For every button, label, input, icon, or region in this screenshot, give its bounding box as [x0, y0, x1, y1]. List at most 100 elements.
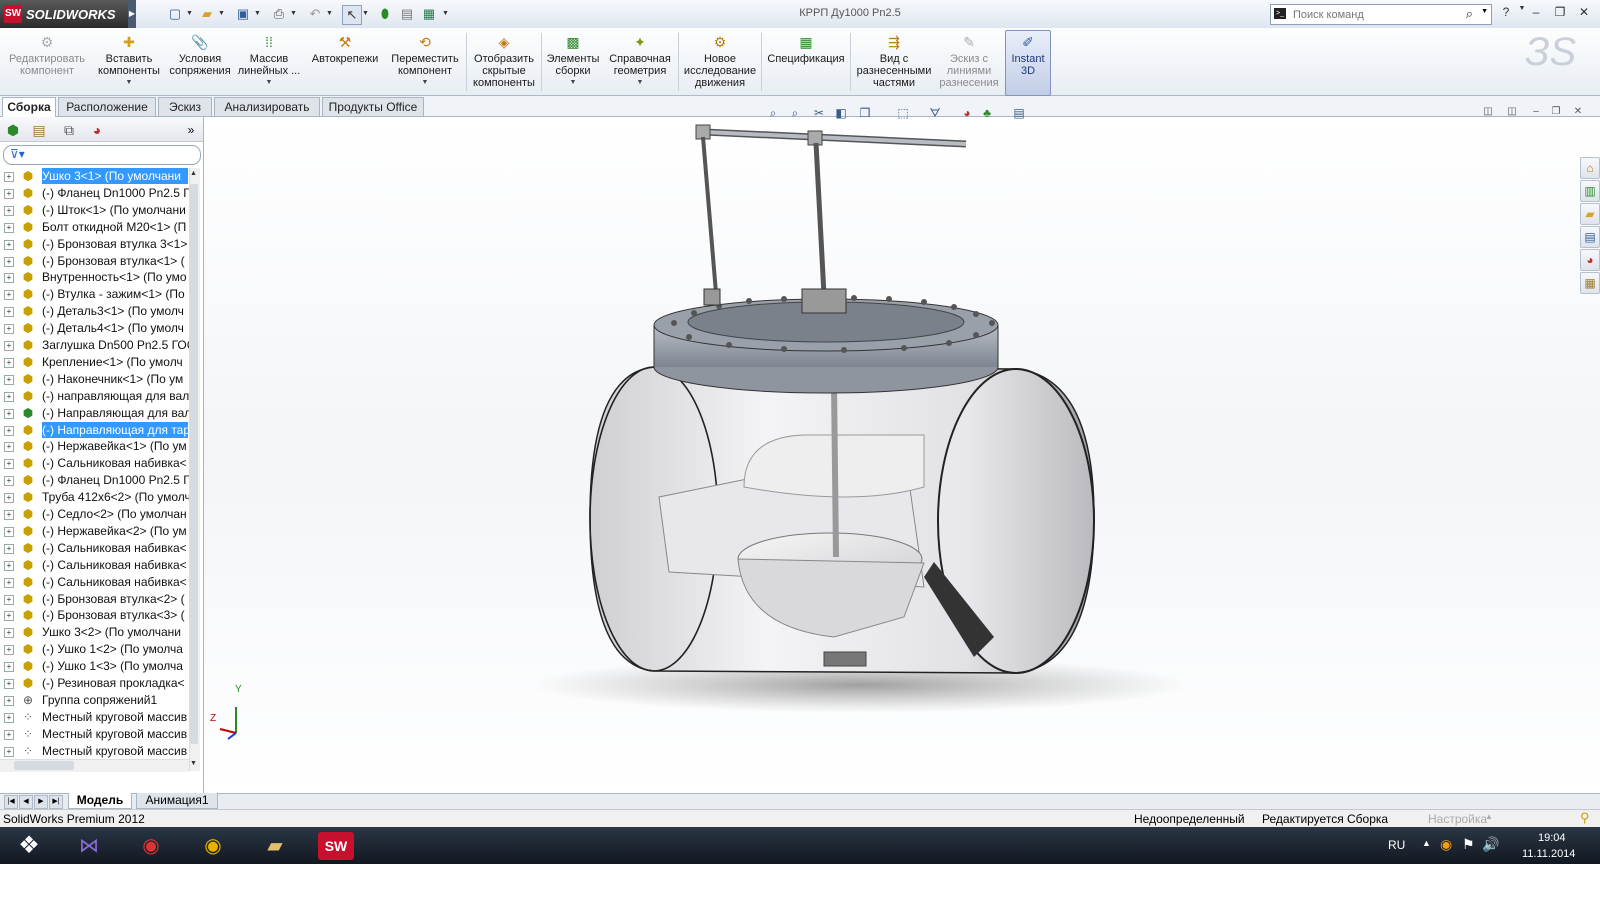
expand-icon[interactable]: +: [4, 459, 14, 470]
move-component-button[interactable]: ⟲ Переместить компонент ▼: [388, 31, 462, 93]
solidworks-taskbar-icon[interactable]: SW: [318, 832, 354, 860]
file-explorer-taskbar-icon[interactable]: ▰: [250, 829, 300, 863]
expand-icon[interactable]: +: [4, 645, 14, 656]
insert-components-button[interactable]: ✚ Вставить компоненты ▼: [94, 31, 164, 93]
dropdown-arrow-icon[interactable]: ▼: [606, 77, 674, 89]
chrome-icon[interactable]: ◉: [188, 829, 238, 863]
file-properties-icon[interactable]: ▤: [398, 5, 416, 23]
tree-item[interactable]: + ⁘ Местный круговой массив: [0, 726, 190, 743]
display-manager-tab-icon[interactable]: ◕: [86, 120, 108, 140]
expand-icon[interactable]: +: [4, 172, 14, 182]
custom-properties-icon[interactable]: ▦: [1580, 272, 1600, 294]
tree-item[interactable]: + ⬢ (-) Втулка - зажим<1> (По: [0, 286, 190, 303]
scroll-up-icon[interactable]: ▲: [190, 170, 197, 177]
expand-icon[interactable]: +: [4, 526, 14, 537]
dropdown-arrow-icon[interactable]: ▼: [94, 77, 164, 89]
tree-item[interactable]: + ⬢ (-) Сальниковая набивка<: [0, 540, 190, 557]
tree-item[interactable]: + ⬢ (-) Седло<2> (По умолчан: [0, 506, 190, 523]
clock-time[interactable]: 19:04: [1538, 832, 1566, 844]
view-settings-icon[interactable]: ▤: [1010, 104, 1028, 122]
tree-item[interactable]: + ⬢ Крепление<1> (По умолч: [0, 354, 190, 371]
design-library-icon[interactable]: ▥: [1580, 180, 1600, 202]
tree-item[interactable]: + ⬢ Болт откидной M20<1> (П: [0, 219, 190, 236]
expand-icon[interactable]: +: [4, 611, 14, 622]
hscroll-thumb[interactable]: [14, 761, 74, 770]
tree-item[interactable]: + ⬢ (-) Бронзовая втулка<1> (: [0, 253, 190, 270]
select-dropdown-icon[interactable]: ▼: [362, 5, 370, 23]
tray-flag-icon[interactable]: ⚑: [1462, 836, 1475, 853]
tray-expand-icon[interactable]: ▲: [1422, 838, 1431, 848]
select-cursor-icon[interactable]: ↖: [342, 5, 362, 25]
command-search-box[interactable]: >_ ⌕ ▼: [1270, 4, 1492, 25]
reference-geometry-button[interactable]: ✦ Справочная геометрия ▼: [606, 31, 674, 93]
expand-icon[interactable]: +: [4, 695, 14, 706]
new-motion-study-button[interactable]: ⚙ Новое исследование движения: [682, 31, 758, 93]
viewport-split2-icon[interactable]: ◫: [1504, 106, 1520, 120]
tree-item[interactable]: + ⬢ Заглушка Dn500 Pn2.5 ГОС: [0, 337, 190, 354]
save-icon[interactable]: ▣: [234, 5, 252, 23]
bom-button[interactable]: ▦ Спецификация: [766, 31, 846, 93]
exploded-view-button[interactable]: ⇶ Вид с разнесенными частями: [854, 31, 934, 93]
print-icon[interactable]: ⎙: [270, 5, 288, 23]
configuration-manager-tab-icon[interactable]: ⧉: [58, 120, 80, 140]
settings-status[interactable]: Настройка: [1428, 812, 1487, 826]
tree-item[interactable]: + ⬢ (-) Деталь3<1> (По умолч: [0, 303, 190, 320]
tree-item[interactable]: + ⬢ Ушко 3<1> (По умолчани: [0, 168, 190, 185]
viewport-close-icon[interactable]: ✕: [1570, 106, 1586, 120]
undo-dropdown-icon[interactable]: ▼: [326, 5, 334, 23]
command-search-input[interactable]: [1291, 6, 1465, 23]
expand-icon[interactable]: +: [4, 679, 14, 689]
expand-icon[interactable]: +: [4, 560, 14, 571]
expand-icon[interactable]: +: [4, 493, 14, 504]
tree-item[interactable]: + ⬢ (-) Направляющая для тар: [0, 421, 190, 439]
tree-item[interactable]: + ⬢ (-) Фланец Dn1000 Pn2.5 ГС: [0, 185, 190, 202]
expand-icon[interactable]: +: [4, 729, 14, 740]
tree-item[interactable]: + ⁘ Местный круговой массив: [0, 709, 190, 726]
edit-appearance-icon[interactable]: ◕: [958, 104, 976, 122]
expand-icon[interactable]: +: [4, 290, 14, 301]
expand-icon[interactable]: +: [4, 628, 14, 639]
appearances-scenes-icon[interactable]: ◕: [1580, 249, 1600, 271]
tree-item[interactable]: + ⬢ (-) Наконечник<1> (По ум: [0, 371, 190, 388]
dropdown-arrow-icon[interactable]: ▼: [236, 77, 302, 89]
options-dropdown-icon[interactable]: ▼: [442, 5, 450, 23]
solidworks-resources-icon[interactable]: ⌂: [1580, 157, 1600, 179]
tree-item[interactable]: + ⬢ (-) Фланец Dn1000 Pn2.5 ГС: [0, 472, 190, 489]
tree-item[interactable]: + ⬢ (-) Ушко 1<3> (По умолча: [0, 658, 190, 675]
tree-item[interactable]: + ⬢ (-) Ушко 1<2> (По умолча: [0, 641, 190, 658]
property-manager-tab-icon[interactable]: ▤: [28, 120, 50, 140]
graphics-area[interactable]: [204, 117, 1600, 793]
expand-icon[interactable]: +: [4, 391, 14, 402]
tab-assembly[interactable]: Сборка: [2, 97, 56, 117]
tab-evaluate[interactable]: Анализировать: [214, 97, 320, 116]
expand-icon[interactable]: +: [4, 205, 14, 216]
volume-icon[interactable]: 🔊: [1482, 836, 1499, 853]
expand-icon[interactable]: +: [4, 307, 14, 318]
tree-item[interactable]: + ⬢ (-) Бронзовая втулка<2> (: [0, 591, 190, 608]
view-orientation-icon[interactable]: ❒: [856, 104, 874, 122]
scroll-thumb[interactable]: [190, 184, 198, 744]
tree-item[interactable]: + ⬢ (-) Сальниковая набивка<: [0, 557, 190, 574]
dropdown-arrow-icon[interactable]: ▼: [544, 77, 602, 89]
scroll-down-icon[interactable]: ▼: [190, 760, 197, 767]
tree-item[interactable]: + ⬢ (-) Нержавейка<1> (По ум: [0, 438, 190, 455]
zoom-to-fit-icon[interactable]: ⌕: [764, 104, 782, 122]
expand-icon[interactable]: +: [4, 273, 14, 284]
expand-icon[interactable]: +: [4, 408, 14, 419]
print-dropdown-icon[interactable]: ▼: [290, 5, 298, 23]
app-globe-icon[interactable]: ◉: [126, 829, 176, 863]
language-indicator[interactable]: RU: [1388, 838, 1405, 852]
tree-item[interactable]: + ⬢ Ушко 3<2> (По умолчани: [0, 624, 190, 641]
viewport-minimize-icon[interactable]: –: [1528, 106, 1544, 120]
tree-item[interactable]: + ⬢ Внутренность<1> (По умо: [0, 269, 190, 286]
expand-icon[interactable]: +: [4, 239, 14, 250]
expand-icon[interactable]: +: [4, 712, 14, 723]
expand-icon[interactable]: +: [4, 594, 14, 605]
clock-date[interactable]: 11.11.2014: [1522, 848, 1575, 860]
expand-icon[interactable]: +: [4, 510, 14, 520]
rebuild-traffic-light-icon[interactable]: ⬮: [376, 5, 394, 23]
settings-arrow-icon[interactable]: ▲: [1485, 812, 1493, 821]
viewport-split-icon[interactable]: ◫: [1480, 106, 1496, 120]
mate-button[interactable]: 📎 Условия сопряжения: [168, 31, 232, 93]
assembly-features-button[interactable]: ▩ Элементы сборки ▼: [544, 31, 602, 93]
